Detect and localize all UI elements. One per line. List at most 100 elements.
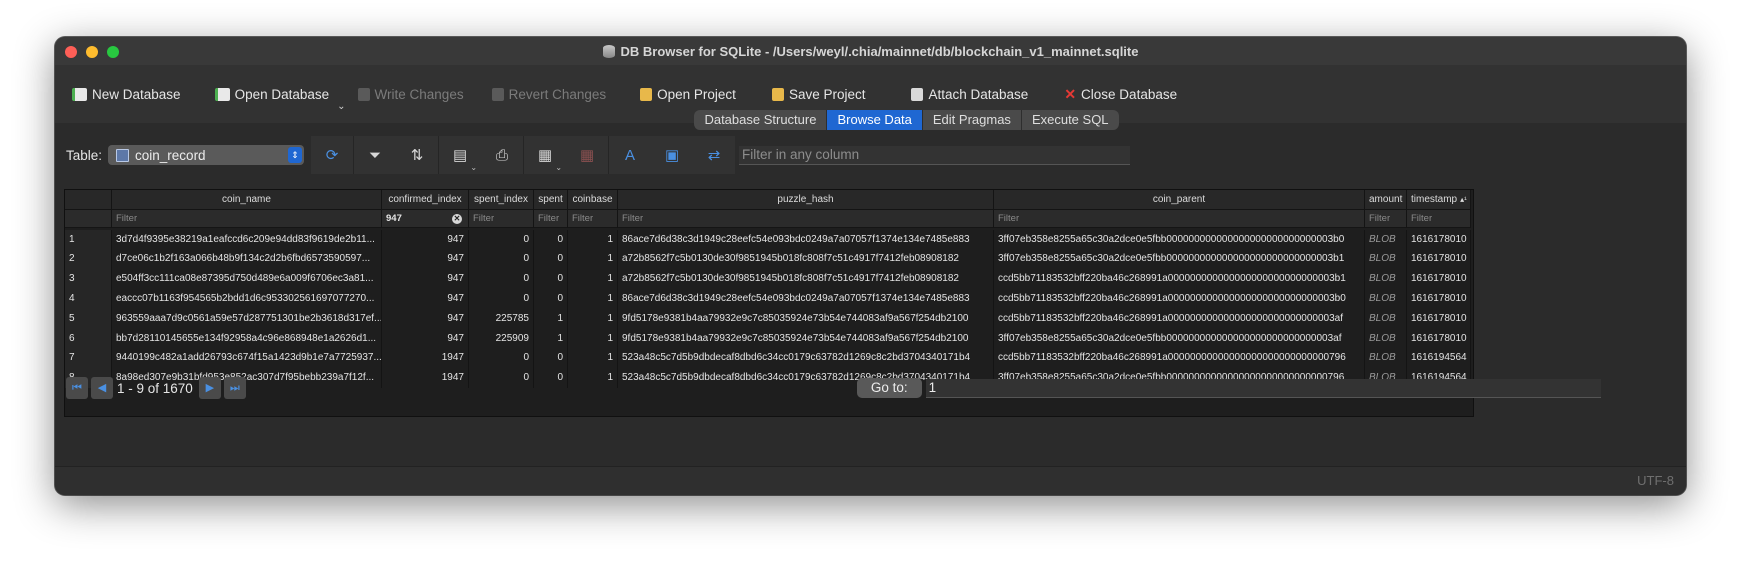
table-cell[interactable]: 1 — [568, 308, 618, 329]
table-cell[interactable]: a72b8562f7c5b0130de30f9851945b018fc808f7… — [618, 269, 994, 289]
table-cell[interactable]: 1616178010 — [1407, 328, 1471, 349]
clear-sorting-icon[interactable]: ⇅ — [396, 136, 440, 174]
table-cell[interactable]: 9fd5178e9381b4aa79932e9c7c85035924e73b54… — [618, 328, 994, 349]
table-row[interactable]: 5 963559aaa7d9c0561a59e57d287751301be2b36… — [65, 308, 1473, 329]
table-cell[interactable]: 1 — [534, 328, 568, 349]
last-page-button[interactable]: ⏭ — [223, 377, 246, 399]
first-page-button[interactable]: ⏮ — [66, 377, 88, 399]
clear-filters-icon[interactable]: ⏷ — [354, 136, 396, 174]
table-cell[interactable]: 9440199c482a1add26793c674f15a1423d9b1e7a… — [112, 348, 382, 369]
table-cell[interactable]: 0 — [534, 269, 568, 289]
table-cell[interactable]: 86ace7d6d38c3d1949c28eefc54e093bdc0249a7… — [618, 288, 994, 309]
table-cell[interactable]: 1616178010 — [1407, 308, 1471, 329]
table-cell[interactable]: 1616178010 — [1407, 288, 1471, 309]
table-select[interactable]: coin_record ⇕ — [108, 145, 305, 165]
save-table-icon[interactable]: ▤ ⌄ — [439, 136, 481, 174]
row-number[interactable]: 7 — [65, 348, 112, 369]
tab-database-structure[interactable]: Database Structure — [694, 110, 828, 130]
table-cell[interactable]: 3d7d4f9395e38219a1eafccd6c209e94dd83f961… — [112, 229, 382, 250]
table-cell[interactable]: bb7d28110145655e134f92958a4c96e868948e1a… — [112, 328, 382, 349]
filter-input-spent[interactable]: Filter — [534, 209, 568, 228]
table-cell[interactable]: 0 — [469, 249, 534, 270]
table-cell[interactable]: BLOB — [1365, 348, 1407, 369]
table-cell[interactable]: 1 — [568, 328, 618, 349]
minimize-window-button[interactable] — [86, 46, 98, 58]
table-row[interactable]: 4 eaccc07b1163f954565b2bdd1d6c95330256169… — [65, 288, 1473, 309]
column-header-amount[interactable]: amount — [1365, 190, 1407, 210]
table-cell[interactable]: ccd5bb71183532bff220ba46c268991a00000000… — [994, 308, 1365, 329]
tab-browse-data[interactable]: Browse Data — [827, 110, 923, 130]
table-row[interactable]: 1 3d7d4f9395e38219a1eafccd6c209e94dd83f96… — [65, 229, 1473, 250]
row-number[interactable]: 5 — [65, 308, 112, 329]
table-cell[interactable]: 1 — [568, 249, 618, 270]
open-project-button[interactable]: Open Project — [632, 79, 744, 109]
write-changes-button[interactable]: Write Changes — [350, 79, 472, 109]
column-header-puzzle_hash[interactable]: puzzle_hash — [618, 190, 994, 210]
table-cell[interactable]: 947 — [382, 308, 469, 329]
table-cell[interactable]: 1 — [568, 348, 618, 369]
delete-record-icon[interactable]: ▦ — [566, 136, 610, 174]
filter-input-coin_name[interactable]: Filter — [112, 209, 382, 228]
table-cell[interactable]: ccd5bb71183532bff220ba46c268991a00000000… — [994, 288, 1365, 309]
table-row[interactable]: 3 e504ff3cc111ca08e87395d750d489e6a009f67… — [65, 269, 1473, 289]
table-cell[interactable]: BLOB — [1365, 288, 1407, 309]
table-cell[interactable]: 0 — [534, 288, 568, 309]
table-cell[interactable]: 0 — [534, 249, 568, 270]
table-cell[interactable]: 9fd5178e9381b4aa79932e9c7c85035924e73b54… — [618, 308, 994, 329]
table-row[interactable]: 7 9440199c482a1add26793c674f15a1423d9b1e7… — [65, 348, 1473, 369]
table-row[interactable]: 6 bb7d28110145655e134f92958a4c96e868948e1… — [65, 328, 1473, 349]
table-cell[interactable]: 0 — [469, 229, 534, 250]
table-cell[interactable]: 225909 — [469, 328, 534, 349]
table-cell[interactable]: 1 — [568, 288, 618, 309]
attach-database-button[interactable]: Attach Database — [903, 79, 1036, 109]
table-cell[interactable]: 523a48c5c7d5b9dbdecaf8dbd6c34cc0179c6378… — [618, 348, 994, 369]
filter-input-amount[interactable]: Filter — [1365, 209, 1407, 228]
row-number[interactable]: 4 — [65, 288, 112, 309]
close-window-button[interactable] — [65, 46, 77, 58]
table-cell[interactable]: eaccc07b1163f954565b2bdd1d6c953302561697… — [112, 288, 382, 309]
refresh-icon[interactable]: ⟳ — [311, 136, 355, 174]
zoom-window-button[interactable] — [107, 46, 119, 58]
column-header-coin_name[interactable]: coin_name — [112, 190, 382, 210]
save-project-button[interactable]: Save Project — [764, 79, 874, 109]
filter-input-coinbase[interactable]: Filter — [568, 209, 618, 228]
column-header-spent_index[interactable]: spent_index — [469, 190, 534, 210]
table-cell[interactable]: BLOB — [1365, 308, 1407, 329]
table-cell[interactable]: 963559aaa7d9c0561a59e57d287751301be2b361… — [112, 308, 382, 329]
filter-input-coin_parent[interactable]: Filter — [994, 209, 1365, 228]
table-cell[interactable]: 1 — [568, 229, 618, 250]
table-cell[interactable]: 947 — [382, 249, 469, 270]
table-cell[interactable]: 947 — [382, 269, 469, 289]
table-cell[interactable]: 86ace7d6d38c3d1949c28eefc54e093bdc0249a7… — [618, 229, 994, 250]
table-cell[interactable]: d7ce06c1b2f163a066b48b9f134c2d2b6fbd6573… — [112, 249, 382, 270]
print-icon[interactable]: ⎙ — [481, 136, 525, 174]
clear-filter-icon[interactable]: ✕ — [452, 213, 462, 224]
table-cell[interactable]: ccd5bb71183532bff220ba46c268991a00000000… — [994, 348, 1365, 369]
table-cell[interactable]: 3ff07eb358e8255a65c30a2dce0e5fbb00000000… — [994, 249, 1365, 270]
row-number[interactable]: 3 — [65, 269, 112, 289]
column-header-coin_parent[interactable]: coin_parent — [994, 190, 1365, 210]
tab-execute-sql[interactable]: Execute SQL — [1022, 110, 1119, 130]
table-cell[interactable]: ccd5bb71183532bff220ba46c268991a00000000… — [994, 269, 1365, 289]
row-number[interactable]: 6 — [65, 328, 112, 349]
next-page-button[interactable]: ▶ — [198, 377, 221, 399]
column-header-coinbase[interactable]: coinbase — [568, 190, 618, 210]
table-cell[interactable]: 3ff07eb358e8255a65c30a2dce0e5fbb00000000… — [994, 229, 1365, 250]
column-header-timestamp[interactable]: timestamp ▴¹ — [1407, 190, 1471, 210]
new-database-button[interactable]: New Database — [64, 79, 189, 109]
filter-input-confirmed_index[interactable]: 947 ✕ — [382, 209, 469, 228]
table-cell[interactable]: 1947 — [382, 348, 469, 369]
table-cell[interactable]: BLOB — [1365, 229, 1407, 250]
table-cell[interactable]: 225785 — [469, 308, 534, 329]
table-cell[interactable]: 947 — [382, 288, 469, 309]
table-cell[interactable]: 0 — [469, 288, 534, 309]
table-cell[interactable]: BLOB — [1365, 249, 1407, 270]
table-cell[interactable]: 1 — [568, 269, 618, 289]
table-cell[interactable]: 947 — [382, 328, 469, 349]
goto-button[interactable]: Go to: — [856, 378, 922, 398]
row-number[interactable]: 2 — [65, 249, 112, 270]
revert-changes-button[interactable]: Revert Changes — [484, 79, 615, 109]
table-cell[interactable]: e504ff3cc111ca08e87395d750d489e6a009f670… — [112, 269, 382, 289]
previous-page-button[interactable]: ◀ — [91, 377, 113, 399]
close-database-button[interactable]: ✕ Close Database — [1056, 79, 1185, 109]
